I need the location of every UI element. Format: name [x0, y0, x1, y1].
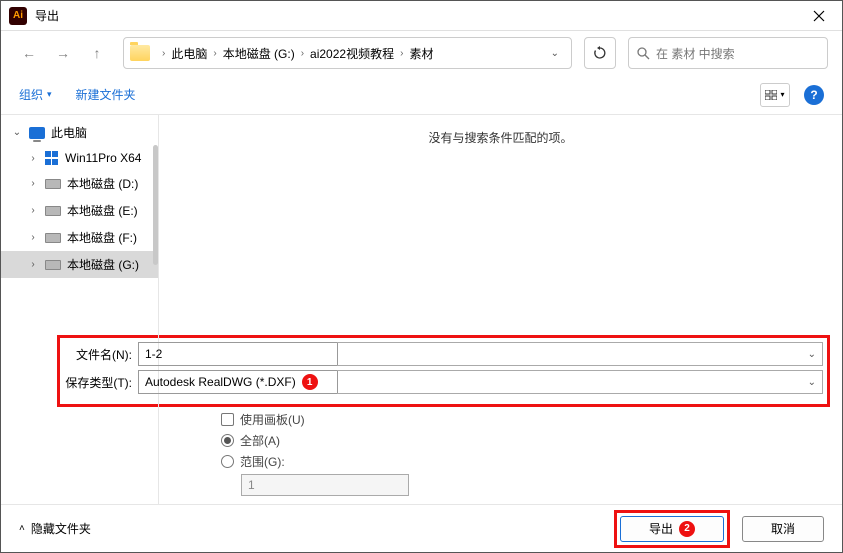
use-artboard-checkbox[interactable] [221, 413, 234, 426]
view-mode-button[interactable]: ▾ [760, 83, 790, 107]
chevron-right-icon[interactable]: › [27, 178, 39, 189]
chevron-right-icon: › [400, 48, 403, 59]
breadcrumb-item[interactable]: 本地磁盘 (G:) [223, 45, 295, 62]
opt-range-row[interactable]: 范围(G): [221, 453, 830, 470]
list-view-icon [765, 90, 777, 100]
annotation-badge-1: 1 [302, 374, 318, 390]
nav-up-button[interactable]: ↑ [83, 39, 111, 67]
help-button[interactable]: ? [804, 85, 824, 105]
close-button[interactable] [796, 1, 842, 31]
close-icon [813, 10, 825, 22]
disk-icon [45, 233, 61, 243]
chevron-up-icon: ˄ [19, 523, 25, 534]
dialog-footer: ˄ 隐藏文件夹 导出 2 取消 [1, 504, 842, 552]
hide-folders-label: 隐藏文件夹 [31, 520, 91, 537]
chevron-down-icon: ⌄ [808, 377, 816, 388]
chevron-right-icon[interactable]: › [27, 205, 39, 216]
chevron-down-icon: ▾ [780, 90, 784, 99]
window-title: 导出 [35, 7, 59, 24]
filename-row: 文件名(N): 1-2 ⌄ [64, 342, 823, 366]
nav-back-button[interactable]: ← [15, 39, 43, 67]
nav-bar: ← → ↑ › 此电脑 › 本地磁盘 (G:) › ai2022视频教程 › 素… [1, 31, 842, 75]
search-icon [637, 47, 650, 60]
annotation-badge-2: 2 [679, 521, 695, 537]
breadcrumb-item[interactable]: 素材 [409, 45, 433, 62]
tree-item[interactable]: › 本地磁盘 (F:) [1, 224, 158, 251]
chevron-down-icon: ▾ [47, 89, 52, 100]
highlight-box-2: 导出 2 [614, 510, 730, 548]
hide-folders-toggle[interactable]: ˄ 隐藏文件夹 [19, 520, 91, 537]
chevron-down-icon: ⌄ [808, 349, 816, 360]
empty-message: 没有与搜索条件匹配的项。 [159, 115, 842, 160]
export-button[interactable]: 导出 2 [620, 516, 724, 542]
tree-item-this-pc[interactable]: ⌄ 此电脑 [1, 119, 158, 146]
nav-forward-button[interactable]: → [49, 39, 77, 67]
opt-range-label: 范围(G): [240, 453, 285, 470]
tree-label: 本地磁盘 (F:) [67, 229, 137, 246]
tree-label: 本地磁盘 (G:) [67, 256, 139, 273]
opt-all-label: 全部(A) [240, 432, 280, 449]
disk-icon [45, 206, 61, 216]
tree-label: 本地磁盘 (E:) [67, 202, 138, 219]
opt-range-radio[interactable] [221, 455, 234, 468]
use-artboard-label: 使用画板(U) [240, 411, 305, 428]
search-placeholder: 在 素材 中搜索 [656, 45, 735, 62]
filename-combo-ext[interactable]: ⌄ [337, 342, 823, 366]
tree-label: 此电脑 [51, 124, 87, 141]
chevron-right-icon: › [213, 48, 216, 59]
scrollbar[interactable] [153, 145, 158, 265]
ai-app-icon: Ai [9, 7, 27, 25]
organize-menu[interactable]: 组织 ▾ [19, 86, 52, 103]
chevron-right-icon[interactable]: › [27, 232, 39, 243]
tree-item[interactable]: › 本地磁盘 (E:) [1, 197, 158, 224]
filetype-select[interactable]: Autodesk RealDWG (*.DXF) 1 [138, 370, 338, 394]
windows-icon [45, 151, 59, 165]
filetype-row: 保存类型(T): Autodesk RealDWG (*.DXF) 1 ⌄ [64, 370, 823, 394]
filetype-combo-ext[interactable]: ⌄ [337, 370, 823, 394]
dialog-body: ⌄ 此电脑 › Win11Pro X64 › 本地磁盘 (D:) › 本地磁盘 … [1, 115, 842, 504]
artboard-options: 使用画板(U) 全部(A) 范围(G): 1 [57, 411, 830, 496]
folder-icon [130, 45, 150, 61]
chevron-right-icon[interactable]: › [27, 153, 39, 164]
disk-icon [45, 260, 61, 270]
pc-icon [29, 127, 45, 139]
cancel-button[interactable]: 取消 [742, 516, 824, 542]
export-dialog: Ai 导出 ← → ↑ › 此电脑 › 本地磁盘 (G:) › ai2022视频… [0, 0, 843, 553]
tree-item[interactable]: › 本地磁盘 (G:) [1, 251, 158, 278]
refresh-icon [593, 46, 607, 60]
highlight-box-1: 文件名(N): 1-2 ⌄ 保存类型(T): Autodesk RealDWG … [57, 335, 830, 407]
breadcrumb-item[interactable]: ai2022视频教程 [310, 45, 394, 62]
use-artboard-row[interactable]: 使用画板(U) [221, 411, 830, 428]
range-input[interactable]: 1 [241, 474, 409, 496]
toolbar: 组织 ▾ 新建文件夹 ▾ ? [1, 75, 842, 115]
file-list-pane: 没有与搜索条件匹配的项。 文件名(N): 1-2 ⌄ 保存类型 [159, 115, 842, 504]
filename-input[interactable]: 1-2 [138, 342, 338, 366]
opt-all-row[interactable]: 全部(A) [221, 432, 830, 449]
chevron-right-icon[interactable]: › [27, 259, 39, 270]
breadcrumb[interactable]: › 此电脑 › 本地磁盘 (G:) › ai2022视频教程 › 素材 ⌄ [123, 37, 572, 69]
tree-item[interactable]: › 本地磁盘 (D:) [1, 170, 158, 197]
chevron-right-icon: › [301, 48, 304, 59]
chevron-down-icon[interactable]: ⌄ [11, 127, 23, 138]
refresh-button[interactable] [584, 37, 616, 69]
breadcrumb-item[interactable]: 此电脑 [171, 45, 207, 62]
new-folder-button[interactable]: 新建文件夹 [76, 86, 136, 103]
titlebar: Ai 导出 [1, 1, 842, 31]
folder-tree: ⌄ 此电脑 › Win11Pro X64 › 本地磁盘 (D:) › 本地磁盘 … [1, 115, 159, 504]
tree-item[interactable]: › Win11Pro X64 [1, 146, 158, 170]
tree-label: 本地磁盘 (D:) [67, 175, 138, 192]
tree-label: Win11Pro X64 [65, 151, 141, 165]
chevron-down-icon[interactable]: ⌄ [545, 48, 565, 59]
chevron-right-icon: › [162, 48, 165, 59]
disk-icon [45, 179, 61, 189]
opt-all-radio[interactable] [221, 434, 234, 447]
search-input[interactable]: 在 素材 中搜索 [628, 37, 828, 69]
